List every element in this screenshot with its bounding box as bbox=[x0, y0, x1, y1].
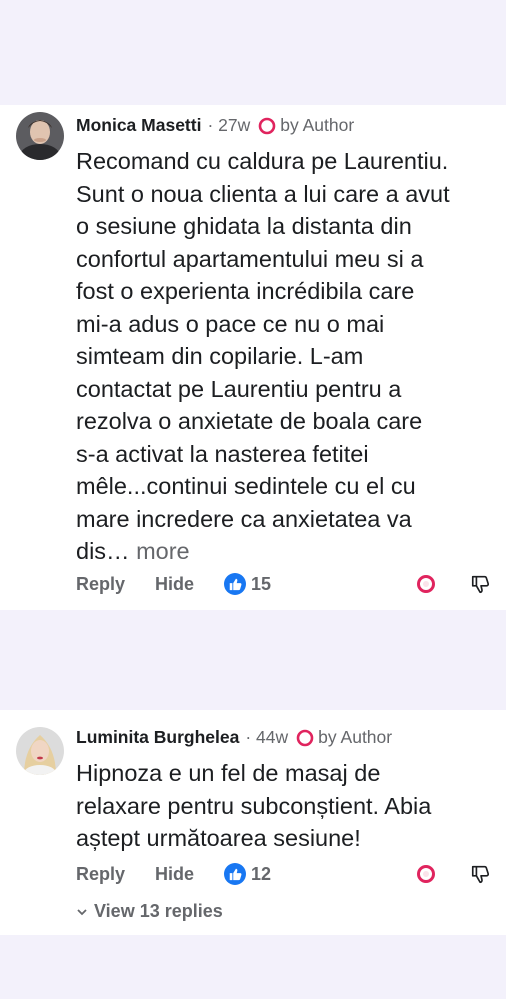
avatar[interactable] bbox=[16, 727, 64, 775]
author-badge: by Author bbox=[318, 727, 393, 747]
thumbs-up-icon bbox=[224, 573, 247, 595]
chevron-down-icon bbox=[76, 906, 88, 918]
author-name[interactable]: Luminita Burghelea bbox=[76, 727, 239, 748]
comment-header: Monica Masetti · 27w by Author bbox=[76, 115, 354, 136]
comment-text: Recomand cu caldura pe Laurentiu. Sunt o… bbox=[76, 145, 496, 568]
heart-outline-icon bbox=[296, 729, 314, 747]
heart-icon[interactable] bbox=[416, 574, 436, 599]
author-badge: by Author bbox=[280, 115, 355, 135]
reaction-count[interactable]: 15 bbox=[224, 573, 271, 595]
timestamp[interactable]: · 44w bbox=[245, 727, 288, 748]
timestamp[interactable]: · 27w bbox=[207, 115, 250, 136]
comment-text: Hipnoza e un fel de masaj de relaxare pe… bbox=[76, 760, 432, 851]
view-replies-label: View 13 replies bbox=[94, 901, 223, 921]
reaction-count[interactable]: 12 bbox=[224, 863, 271, 885]
comment-header: Luminita Burghelea · 44w by Author bbox=[76, 727, 392, 748]
author-name[interactable]: Monica Masetti bbox=[76, 115, 201, 136]
hide-button[interactable]: Hide bbox=[155, 574, 194, 595]
like-count: 12 bbox=[251, 863, 272, 884]
heart-icon[interactable] bbox=[416, 864, 436, 889]
hide-button[interactable]: Hide bbox=[155, 864, 194, 885]
avatar[interactable] bbox=[16, 112, 64, 160]
heart-outline-icon bbox=[258, 117, 276, 135]
thumbs-up-icon bbox=[224, 863, 247, 885]
thumbs-down-icon[interactable] bbox=[470, 863, 492, 890]
comment-text-content: Recomand cu caldura pe Laurentiu. Sunt o… bbox=[76, 148, 450, 564]
thumbs-down-icon[interactable] bbox=[470, 573, 492, 600]
like-count: 15 bbox=[251, 573, 272, 594]
reply-button[interactable]: Reply bbox=[76, 574, 125, 595]
see-more-link[interactable]: more bbox=[136, 538, 190, 564]
view-replies-link[interactable]: View 13 replies bbox=[76, 901, 223, 922]
reply-button[interactable]: Reply bbox=[76, 864, 125, 885]
